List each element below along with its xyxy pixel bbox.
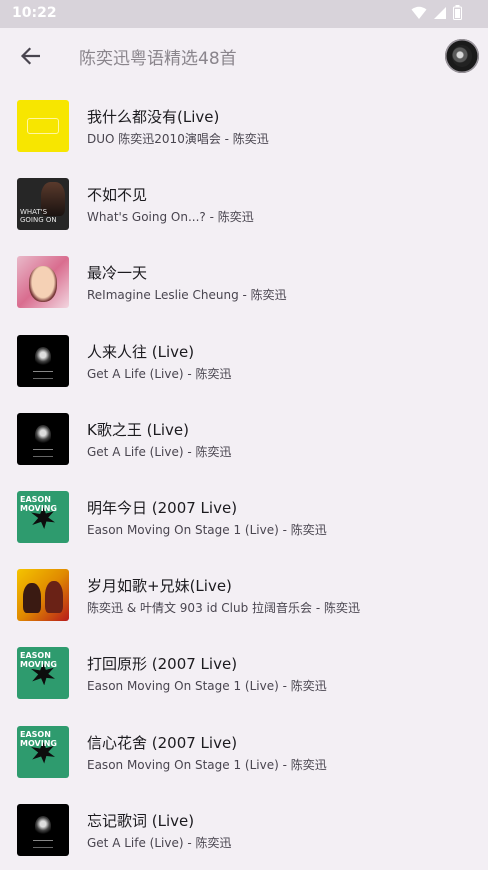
album-cover [17, 256, 69, 309]
song-title: 明年今日 (2007 Live) [87, 498, 238, 517]
list-item[interactable]: 岁月如歌+兄妹(Live) 陈奕迅 & 叶倩文 903 id Club 拉阔音乐… [0, 557, 488, 635]
arrow-back-icon [20, 47, 41, 69]
song-title: 我什么都没有(Live) [87, 108, 220, 126]
song-title: 人来人往 (Live) [87, 342, 195, 361]
song-subtitle: Get A Life (Live) - 陈奕迅 [87, 444, 232, 459]
album-cover [17, 334, 69, 387]
song-title: 不如不见 [87, 186, 148, 205]
album-cover: WHAT'S GOING ON [17, 178, 69, 231]
avatar[interactable] [445, 39, 479, 73]
album-cover: EASON MOVING [17, 725, 69, 778]
album-cover: EASON MOVING [17, 647, 69, 700]
back-button[interactable] [14, 42, 46, 74]
song-subtitle: ReImagine Leslie Cheung - 陈奕迅 [87, 288, 287, 303]
status-icons [411, 5, 462, 20]
song-subtitle: 陈奕迅 & 叶倩文 903 id Club 拉阔音乐会 - 陈奕迅 [87, 601, 360, 616]
list-item[interactable]: 我什么都没有(Live) DUO 陈奕迅2010演唱会 - 陈奕迅 [0, 88, 488, 166]
song-subtitle: Eason Moving On Stage 1 (Live) - 陈奕迅 [87, 757, 327, 772]
song-title: 信心花舍 (2007 Live) [87, 733, 238, 752]
list-item[interactable]: EASON MOVING 明年今日 (2007 Live) Eason Movin… [0, 479, 488, 557]
song-title: 最冷一天 [87, 264, 148, 283]
list-item[interactable]: EASON MOVING 信心花舍 (2007 Live) Eason Movin… [0, 714, 488, 792]
signal-icon [433, 6, 447, 20]
song-subtitle: DUO 陈奕迅2010演唱会 - 陈奕迅 [87, 132, 269, 146]
album-cover: EASON MOVING [17, 490, 69, 543]
page-title: 陈奕迅粤语精选48首 [79, 49, 237, 69]
status-time: 10:22 [12, 5, 57, 21]
song-subtitle: Get A Life (Live) - 陈奕迅 [87, 366, 232, 381]
album-cover [17, 100, 69, 152]
song-subtitle: Eason Moving On Stage 1 (Live) - 陈奕迅 [87, 522, 327, 537]
list-item[interactable]: 人来人往 (Live) Get A Life (Live) - 陈奕迅 [0, 323, 488, 401]
song-list: 我什么都没有(Live) DUO 陈奕迅2010演唱会 - 陈奕迅 WHAT'S… [0, 88, 488, 870]
song-title: 打回原形 (2007 Live) [87, 655, 238, 674]
app-bar: 陈奕迅粤语精选48首 [0, 28, 488, 84]
song-title: 岁月如歌+兄妹(Live) [87, 577, 232, 596]
status-bar: 10:22 [0, 0, 488, 28]
battery-icon [453, 5, 462, 20]
song-subtitle: Eason Moving On Stage 1 (Live) - 陈奕迅 [87, 679, 327, 694]
song-subtitle: Get A Life (Live) - 陈奕迅 [87, 835, 232, 850]
wifi-icon [411, 6, 427, 20]
album-cover [17, 412, 69, 465]
list-item[interactable]: WHAT'S GOING ON 不如不见 What's Going On...? … [0, 166, 488, 244]
song-title: 忘记歌词 (Live) [87, 811, 195, 830]
song-subtitle: What's Going On...? - 陈奕迅 [87, 210, 254, 225]
list-item[interactable]: EASON MOVING 打回原形 (2007 Live) Eason Movin… [0, 635, 488, 713]
album-cover [17, 803, 69, 856]
song-title: K歌之王 (Live) [87, 420, 189, 439]
list-item[interactable]: 忘记歌词 (Live) Get A Life (Live) - 陈奕迅 [0, 792, 488, 870]
list-item[interactable]: K歌之王 (Live) Get A Life (Live) - 陈奕迅 [0, 401, 488, 479]
list-item[interactable]: 最冷一天 ReImagine Leslie Cheung - 陈奕迅 [0, 244, 488, 322]
album-cover [17, 569, 69, 622]
